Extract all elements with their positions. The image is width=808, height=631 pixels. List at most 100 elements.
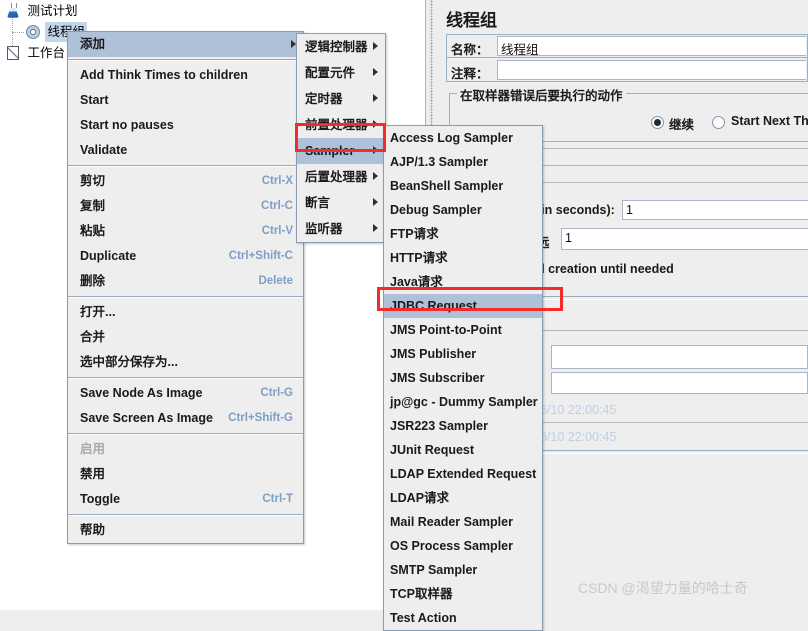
- category-item-监听器[interactable]: 监听器: [297, 216, 385, 242]
- scheduler-duration-input[interactable]: [551, 345, 808, 369]
- menu-item-打开[interactable]: 打开...: [68, 300, 303, 325]
- sampler-submenu[interactable]: Access Log Sampler AJP/1.3 Sampler BeanShe…: [383, 125, 543, 631]
- tree-node-workbench[interactable]: 工作台: [4, 42, 67, 62]
- sampler-item-jms-point-to-point[interactable]: JMS Point-to-Point: [384, 318, 542, 342]
- menu-item-accelerator: Ctrl-C: [261, 200, 293, 212]
- menu-item-label: Start no pauses: [80, 118, 174, 132]
- sampler-item-jdbc-request[interactable]: JDBC Request: [384, 294, 542, 318]
- menu-item-复制[interactable]: 复制 Ctrl-C: [68, 194, 303, 219]
- name-input[interactable]: 线程组: [497, 36, 806, 56]
- menu-item-label: 打开...: [80, 305, 116, 319]
- watermark: CSDN @渴望力量的哈士奇: [578, 580, 748, 596]
- thread-group-gear-icon: [24, 23, 42, 41]
- menu-item-label: Start: [80, 93, 109, 107]
- menu-item-save-screen-as-image[interactable]: Save Screen As Image Ctrl+Shift-G: [68, 406, 303, 431]
- sampler-error-action-title: 在取样器错误后要执行的动作: [457, 85, 626, 104]
- ramp-up-input[interactable]: 1: [622, 200, 808, 220]
- menu-item-label: 后置处理器: [305, 170, 368, 184]
- menu-separator: [68, 433, 303, 435]
- tree-node-label: 工作台: [27, 45, 65, 60]
- loop-count-input[interactable]: 1: [561, 228, 808, 250]
- menu-item-start-no-pauses[interactable]: Start no pauses: [68, 113, 303, 138]
- menu-item-label: FTP请求: [390, 227, 439, 241]
- menu-item-label: Debug Sampler: [390, 203, 482, 217]
- sampler-item-jms-subscriber[interactable]: JMS Subscriber: [384, 366, 542, 390]
- menu-item-label: 剪切: [80, 174, 106, 188]
- menu-item-添加[interactable]: 添加: [68, 32, 303, 57]
- context-menu-thread-group[interactable]: 添加 Add Think Times to children Start Start …: [67, 31, 304, 544]
- sampler-item-beanshell-sampler[interactable]: BeanShell Sampler: [384, 174, 542, 198]
- menu-item-duplicate[interactable]: Duplicate Ctrl+Shift-C: [68, 244, 303, 269]
- start-time-value: 06/10 22:00:45: [533, 403, 617, 417]
- sampler-item-http请求[interactable]: HTTP请求: [384, 246, 542, 270]
- category-item-sampler[interactable]: Sampler: [297, 138, 385, 164]
- menu-item-label: JDBC Request: [390, 299, 477, 313]
- category-item-逻辑控制器[interactable]: 逻辑控制器: [297, 34, 385, 60]
- sampler-item-jms-publisher[interactable]: JMS Publisher: [384, 342, 542, 366]
- sampler-item-jp-gc-dummy-sampler[interactable]: jp@gc - Dummy Sampler: [384, 390, 542, 414]
- menu-item-label: 断言: [305, 196, 331, 210]
- test-plan-flask-icon: [4, 2, 22, 20]
- radio-start-next-thread[interactable]: [712, 116, 725, 129]
- category-item-断言[interactable]: 断言: [297, 190, 385, 216]
- category-item-配置元件[interactable]: 配置元件: [297, 60, 385, 86]
- menu-item-label: 逻辑控制器: [305, 40, 368, 54]
- sampler-item-ldap请求[interactable]: LDAP请求: [384, 486, 542, 510]
- menu-item-启用[interactable]: 启用: [68, 437, 303, 462]
- menu-item-start[interactable]: Start: [68, 88, 303, 113]
- menu-separator: [68, 165, 303, 167]
- menu-item-label: LDAP Extended Request: [390, 467, 537, 481]
- menu-item-帮助[interactable]: 帮助: [68, 518, 303, 543]
- sampler-item-junit-request[interactable]: JUnit Request: [384, 438, 542, 462]
- menu-item-粘贴[interactable]: 粘贴 Ctrl-V: [68, 219, 303, 244]
- comment-input[interactable]: [497, 60, 806, 80]
- sampler-item-debug-sampler[interactable]: Debug Sampler: [384, 198, 542, 222]
- sampler-item-ftp请求[interactable]: FTP请求: [384, 222, 542, 246]
- menu-item-禁用[interactable]: 禁用: [68, 462, 303, 487]
- menu-item-label: TCP取样器: [390, 587, 453, 601]
- scheduler-startup-delay-input[interactable]: [551, 372, 808, 394]
- submenu-arrow-icon: [373, 94, 378, 102]
- sampler-item-ldap-extended-request[interactable]: LDAP Extended Request: [384, 462, 542, 486]
- add-submenu-categories[interactable]: 逻辑控制器配置元件 定时器 前置处理器 Sampler 后置处理器断言监听器: [296, 33, 386, 243]
- sampler-item-ajp-1-3-sampler[interactable]: AJP/1.3 Sampler: [384, 150, 542, 174]
- sampler-item-java请求[interactable]: Java请求: [384, 270, 542, 294]
- menu-item-剪切[interactable]: 剪切 Ctrl-X: [68, 169, 303, 194]
- category-item-前置处理器[interactable]: 前置处理器: [297, 112, 385, 138]
- menu-item-label: Sampler: [305, 144, 355, 158]
- sampler-item-jsr223-sampler[interactable]: JSR223 Sampler: [384, 414, 542, 438]
- category-item-后置处理器[interactable]: 后置处理器: [297, 164, 385, 190]
- submenu-arrow-icon: [373, 224, 378, 232]
- sampler-item-os-process-sampler[interactable]: OS Process Sampler: [384, 534, 542, 558]
- submenu-arrow-icon: [373, 120, 378, 128]
- menu-item-toggle[interactable]: Toggle Ctrl-T: [68, 487, 303, 512]
- menu-item-accelerator: Ctrl-X: [261, 175, 293, 187]
- sampler-item-access-log-sampler[interactable]: Access Log Sampler: [384, 126, 542, 150]
- menu-item-选中部分保存为[interactable]: 选中部分保存为...: [68, 350, 303, 375]
- menu-item-label: Java请求: [390, 275, 443, 289]
- menu-item-label: SMTP Sampler: [390, 563, 478, 577]
- tree-node-test-plan[interactable]: 测试计划: [4, 0, 80, 20]
- menu-item-validate[interactable]: Validate: [68, 138, 303, 163]
- menu-item-label: jp@gc - Dummy Sampler: [390, 395, 538, 409]
- menu-item-label: 删除: [80, 274, 106, 288]
- menu-item-label: Test Action: [390, 611, 457, 625]
- radio-continue[interactable]: [651, 116, 664, 129]
- menu-item-label: JMS Point-to-Point: [390, 323, 502, 337]
- menu-item-label: 监听器: [305, 222, 343, 236]
- sampler-item-smtp-sampler[interactable]: SMTP Sampler: [384, 558, 542, 582]
- menu-item-accelerator: Ctrl+Shift-C: [228, 250, 293, 262]
- submenu-arrow-icon: [373, 146, 378, 154]
- menu-item-label: 帮助: [80, 523, 106, 537]
- menu-item-label: Toggle: [80, 492, 121, 506]
- category-item-定时器[interactable]: 定时器: [297, 86, 385, 112]
- menu-item-accelerator: Ctrl-G: [260, 387, 293, 399]
- menu-item-删除[interactable]: 删除 Delete: [68, 269, 303, 294]
- menu-item-合并[interactable]: 合并: [68, 325, 303, 350]
- menu-item-add-think-times-to-children[interactable]: Add Think Times to children: [68, 63, 303, 88]
- sampler-item-mail-reader-sampler[interactable]: Mail Reader Sampler: [384, 510, 542, 534]
- sampler-item-tcp取样器[interactable]: TCP取样器: [384, 582, 542, 606]
- submenu-arrow-icon: [373, 42, 378, 50]
- menu-item-save-node-as-image[interactable]: Save Node As Image Ctrl-G: [68, 381, 303, 406]
- menu-item-accelerator: Delete: [258, 275, 293, 287]
